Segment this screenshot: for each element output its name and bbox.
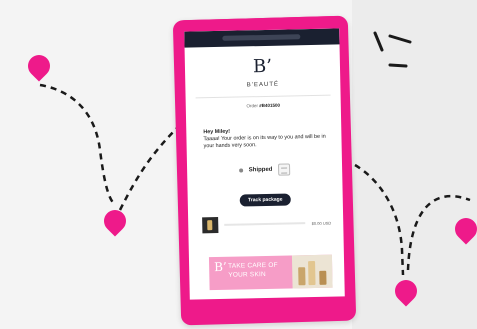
shipping-status: Shipped [187,162,342,177]
product-row: $0.00 USD [202,215,331,234]
product-price: $0.00 USD [311,220,332,226]
sparkle-icon [373,31,412,68]
message: Hey Miley! Taaaa! Your order is on its w… [203,127,329,151]
order-prefix: Order [246,103,260,109]
bottle-shape [298,267,306,286]
product-thumbnail [202,216,219,234]
notch-pill [222,34,301,41]
package-icon [278,163,291,176]
promo-banner[interactable]: B’ TAKE CARE OF YOUR SKIN [208,254,333,291]
divider [195,94,331,99]
brand-name: B’EAUTÉ [246,81,280,89]
brand-logo: B’ [252,55,273,78]
banner-line-2: YOUR SKIN [228,270,266,279]
banner-logo: B’ [214,259,227,275]
track-package-button[interactable]: Track package [239,193,291,207]
bottle-shape [308,260,316,286]
banner-line-1: TAKE CARE OF [228,261,278,270]
status-dot-icon [238,168,243,173]
banner-product-image [291,254,333,289]
message-body: Taaaa! Your order is on its way to you a… [203,133,326,150]
phone-screen: B’ B’EAUTÉ Order #B401500 Hey Miley! Taa… [184,28,345,300]
status-bar [184,28,340,48]
order-number: Order #B401500 [186,101,341,109]
order-id: #B401500 [259,102,281,109]
status-label: Shipped [248,166,273,174]
bottle-shape [319,270,327,285]
product-name-placeholder [224,222,306,226]
